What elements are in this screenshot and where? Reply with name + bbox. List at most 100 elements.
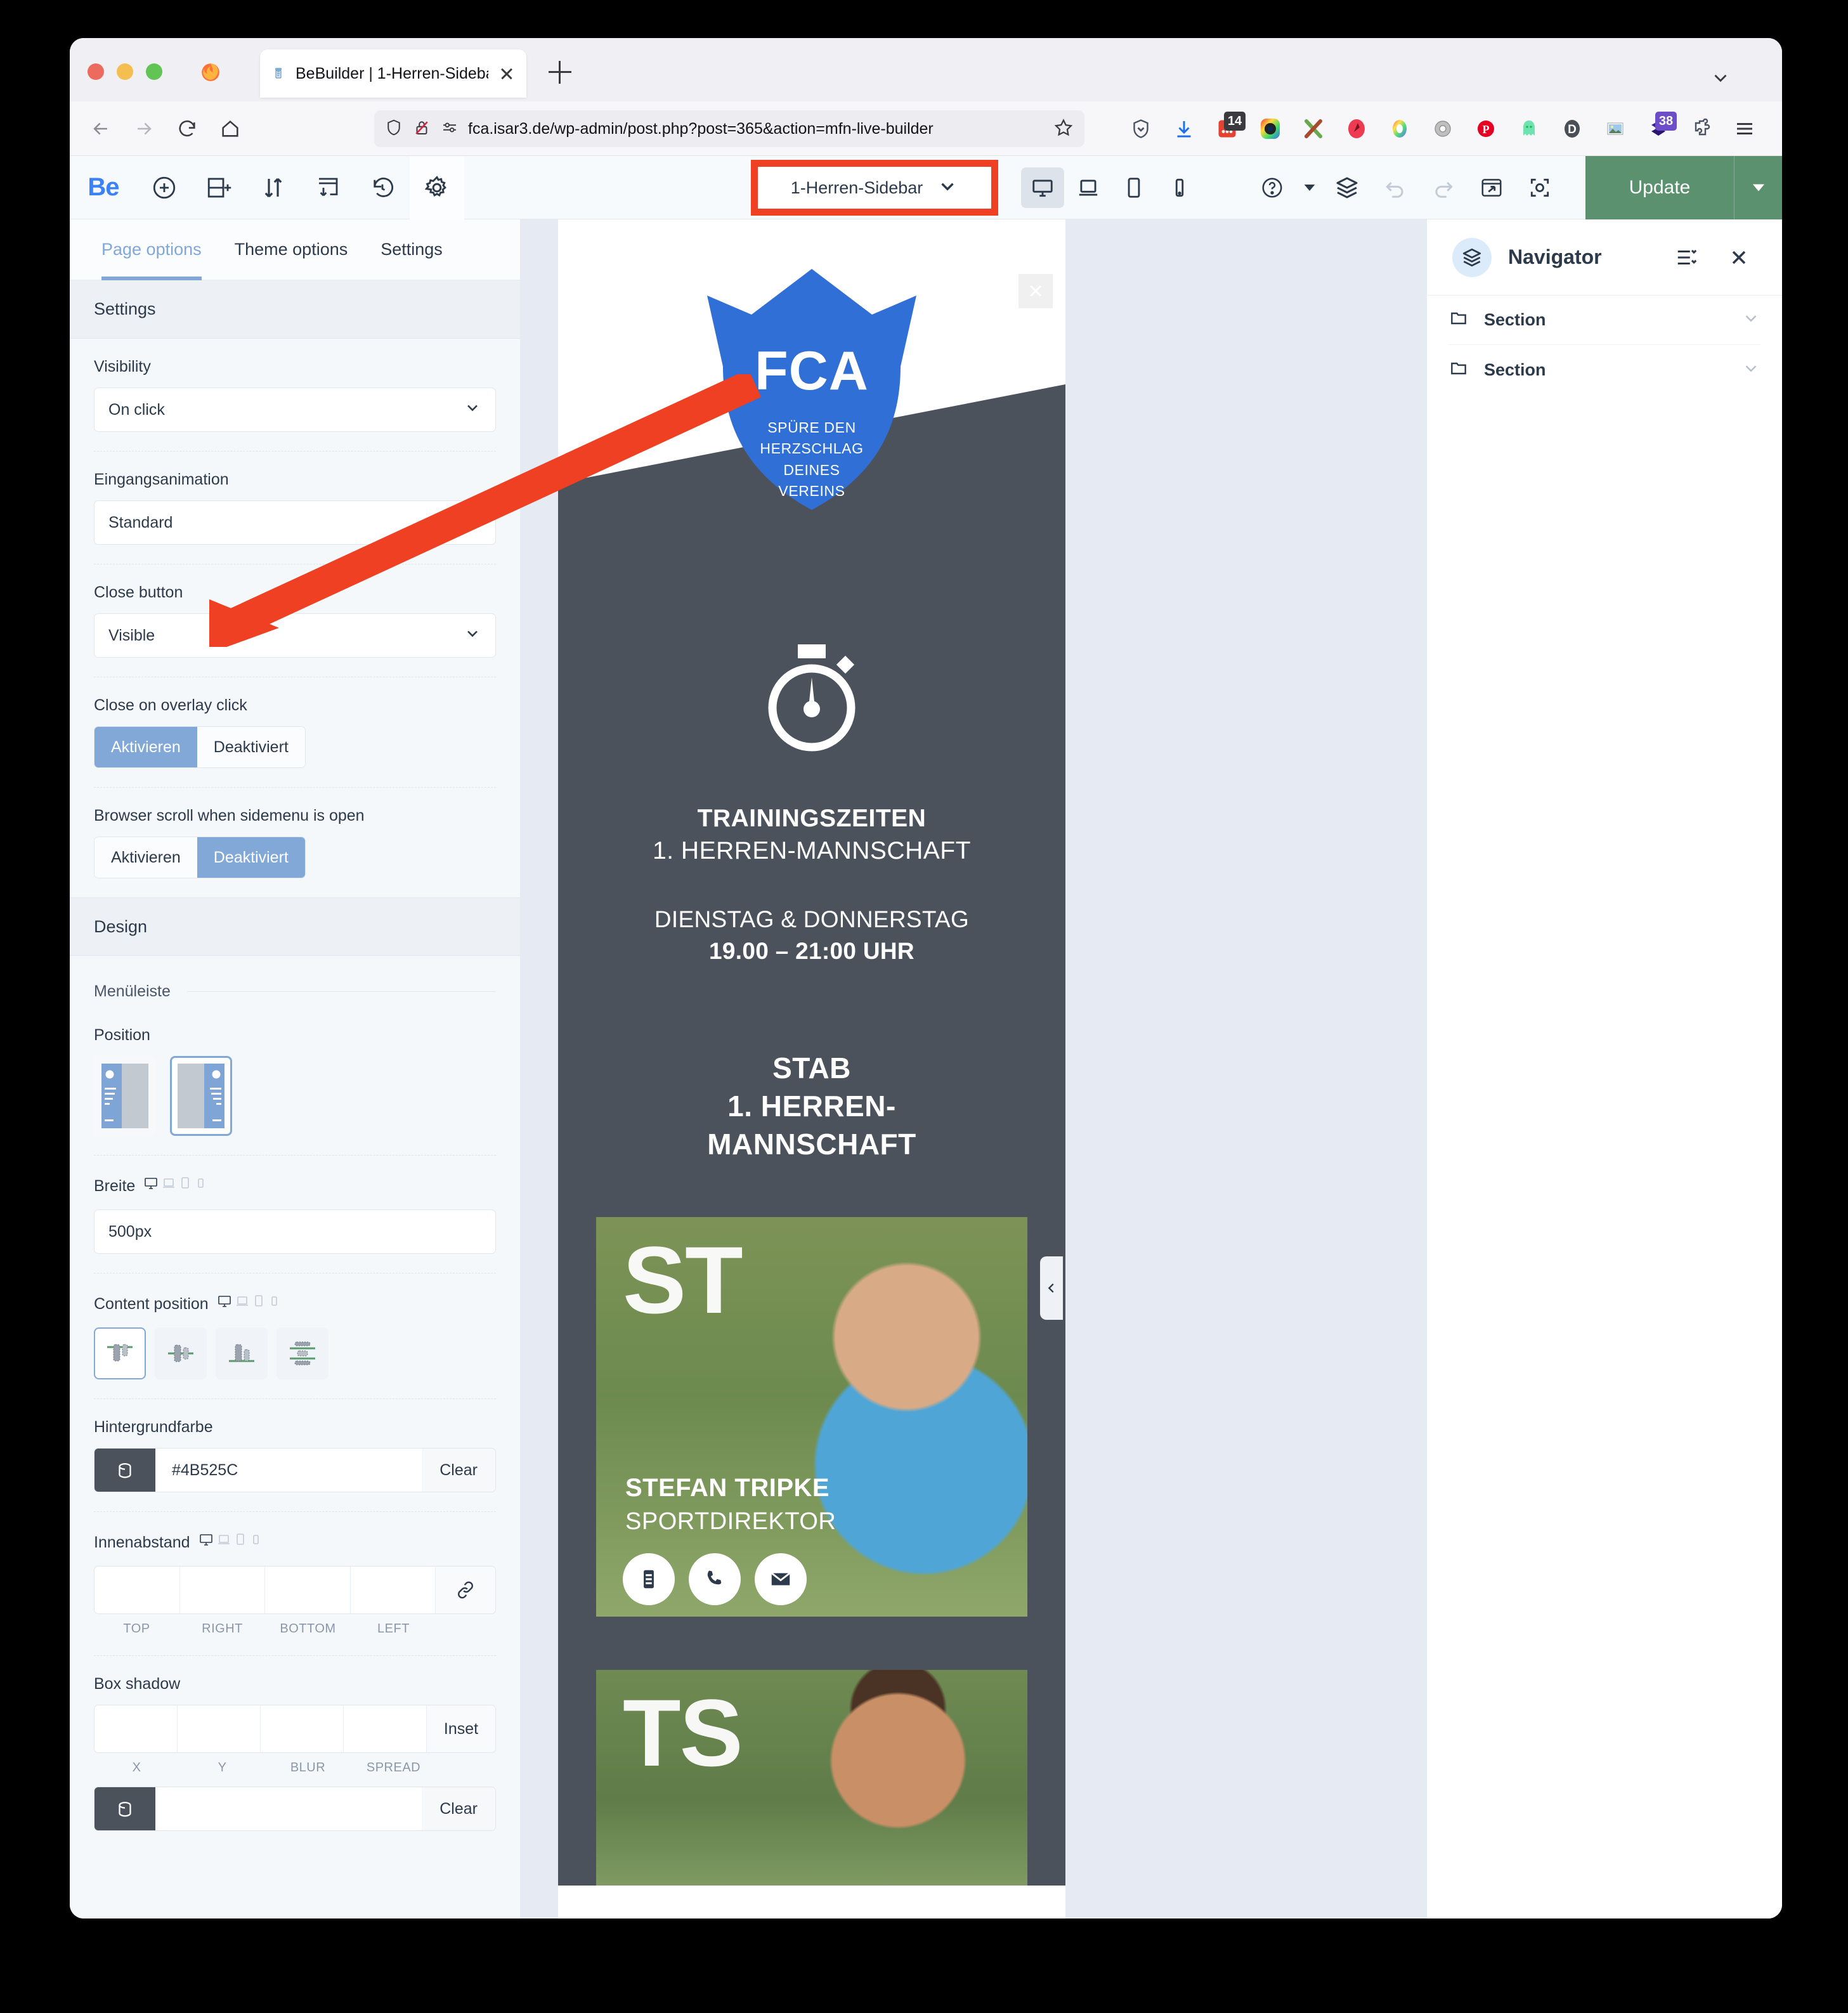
bebuilder-logo[interactable]: Be <box>70 173 137 202</box>
bookmark-star-icon[interactable] <box>1053 117 1074 141</box>
close-on-overlay-enable[interactable]: Aktivieren <box>94 727 197 767</box>
site-permissions-icon[interactable] <box>440 118 459 140</box>
tab-theme-options[interactable]: Theme options <box>235 219 348 280</box>
padding-bottom-input[interactable] <box>265 1567 351 1613</box>
box-shadow-spread-input[interactable] <box>344 1705 427 1752</box>
insecure-lock-icon[interactable] <box>412 118 431 140</box>
tab-settings[interactable]: Settings <box>381 219 443 280</box>
close-window-button[interactable] <box>88 63 104 80</box>
content-position-middle-option[interactable] <box>155 1327 207 1379</box>
box-shadow-inset-button[interactable]: Inset <box>427 1705 495 1752</box>
content-position-bottom-option[interactable] <box>216 1327 268 1379</box>
box-shadow-y-input[interactable] <box>178 1705 261 1752</box>
navigator-row-section-2[interactable]: Section <box>1448 345 1760 394</box>
xmarks-extension-icon[interactable] <box>1295 110 1332 147</box>
minimize-window-button[interactable] <box>117 63 133 80</box>
layers-icon[interactable] <box>1325 167 1369 208</box>
box-shadow-clear-button[interactable]: Clear <box>422 1787 495 1830</box>
help-icon[interactable] <box>1251 167 1294 208</box>
update-button[interactable]: Update <box>1585 156 1782 219</box>
box-shadow-color-value[interactable] <box>155 1787 422 1830</box>
settings-section-header: Settings <box>70 280 520 339</box>
document-selector[interactable]: 1-Herren-Sidebar <box>751 160 998 216</box>
add-section-icon[interactable] <box>301 156 355 219</box>
ghostery-extension-icon[interactable] <box>1511 110 1547 147</box>
navigator-row-section-1[interactable]: Section <box>1448 296 1760 345</box>
forward-button[interactable] <box>126 110 162 147</box>
breite-input[interactable]: 500px <box>94 1209 496 1254</box>
tablet-icon[interactable] <box>1067 167 1110 208</box>
redo-icon[interactable] <box>1422 167 1465 208</box>
vcard-icon[interactable] <box>623 1553 675 1605</box>
history-icon[interactable] <box>355 156 410 219</box>
undo-icon[interactable] <box>1374 167 1417 208</box>
bitwarden-extension-icon[interactable]: 38 <box>1640 110 1677 147</box>
new-tab-button[interactable] <box>549 61 571 84</box>
reload-button[interactable] <box>169 110 205 147</box>
position-right-option[interactable] <box>170 1056 232 1136</box>
padding-link-icon[interactable] <box>436 1567 495 1613</box>
box-shadow-blur-input[interactable] <box>261 1705 344 1752</box>
staff-card[interactable]: ST STEFAN TRIPKE SPORTDIREKTOR <box>596 1216 1027 1617</box>
tab-list-chevron-icon[interactable] <box>1710 67 1731 92</box>
settings-gear-icon[interactable] <box>410 155 464 219</box>
browser-tab[interactable]: BeBuilder | 1-Herren-Sidebar <box>260 49 526 98</box>
tab-page-options[interactable]: Page options <box>101 219 202 280</box>
add-element-icon[interactable] <box>137 156 192 219</box>
downloads-icon[interactable] <box>1166 110 1202 147</box>
add-row-icon[interactable] <box>192 156 246 219</box>
url-bar[interactable]: fca.isar3.de/wp-admin/post.php?post=365&… <box>374 110 1084 147</box>
mobile-icon[interactable] <box>1158 167 1201 208</box>
pinterest-extension-icon[interactable]: P <box>1467 110 1504 147</box>
entrance-animation-select[interactable]: Standard <box>94 500 496 545</box>
content-position-justify-option[interactable] <box>277 1327 329 1379</box>
grammarly-extension-icon[interactable] <box>1338 110 1375 147</box>
todoist-extension-icon[interactable]: 14 <box>1209 110 1246 147</box>
collapse-all-icon[interactable] <box>1669 240 1705 275</box>
shield-icon[interactable] <box>1122 110 1159 147</box>
padding-left-input[interactable] <box>350 1567 436 1613</box>
tablet-portrait-icon[interactable] <box>1112 167 1155 208</box>
padding-top-input[interactable] <box>94 1567 180 1613</box>
box-shadow-x-input[interactable] <box>94 1705 178 1752</box>
background-color-clear-button[interactable]: Clear <box>422 1449 495 1492</box>
padding-right-input[interactable] <box>179 1567 265 1613</box>
close-button-select[interactable]: Visible <box>94 613 496 658</box>
phone-icon[interactable] <box>689 1553 741 1605</box>
colorzilla-extension-icon[interactable] <box>1252 110 1289 147</box>
chevron-down-icon[interactable] <box>1741 359 1760 381</box>
preview-icon[interactable] <box>1470 167 1513 208</box>
preview-close-icon[interactable]: × <box>1018 274 1053 308</box>
position-left-option[interactable] <box>94 1056 156 1136</box>
chevron-down-icon[interactable] <box>1741 309 1760 331</box>
desktop-icon[interactable] <box>1021 167 1064 208</box>
image-extension-icon[interactable] <box>1597 110 1634 147</box>
close-on-overlay-disable[interactable]: Deaktiviert <box>197 727 305 767</box>
home-button[interactable] <box>212 110 249 147</box>
duckduckgo-extension-icon[interactable]: D <box>1554 110 1591 147</box>
tracking-shield-icon[interactable] <box>384 118 403 140</box>
back-button[interactable] <box>82 110 119 147</box>
staff-card[interactable]: TS <box>596 1669 1027 1886</box>
tab-close-icon[interactable] <box>497 64 516 83</box>
content-position-top-option[interactable] <box>94 1327 146 1379</box>
color-bucket-icon[interactable] <box>94 1449 155 1492</box>
field-browser-scroll: Browser scroll when sidemenu is open Akt… <box>94 788 496 897</box>
extensions-puzzle-icon[interactable] <box>1683 110 1720 147</box>
panel-collapse-handle[interactable] <box>1040 1256 1063 1320</box>
visibility-select[interactable]: On click <box>94 388 496 432</box>
update-dropdown-caret-icon[interactable] <box>1734 156 1782 219</box>
help-dropdown-caret-icon[interactable] <box>1299 167 1320 208</box>
hamburger-menu-icon[interactable] <box>1726 110 1763 147</box>
browser-scroll-enable[interactable]: Aktivieren <box>94 837 197 878</box>
mail-icon[interactable] <box>755 1553 807 1605</box>
browser-scroll-disable[interactable]: Deaktiviert <box>197 837 305 878</box>
colorpicker-extension-icon[interactable] <box>1381 110 1418 147</box>
close-icon[interactable] <box>1721 240 1757 275</box>
gear-extension-icon[interactable] <box>1424 110 1461 147</box>
maximize-window-button[interactable] <box>146 63 162 80</box>
color-bucket-icon[interactable] <box>94 1787 155 1830</box>
reorder-icon[interactable] <box>246 156 301 219</box>
focus-icon[interactable] <box>1518 167 1561 208</box>
background-color-value[interactable]: #4B525C <box>155 1449 422 1492</box>
